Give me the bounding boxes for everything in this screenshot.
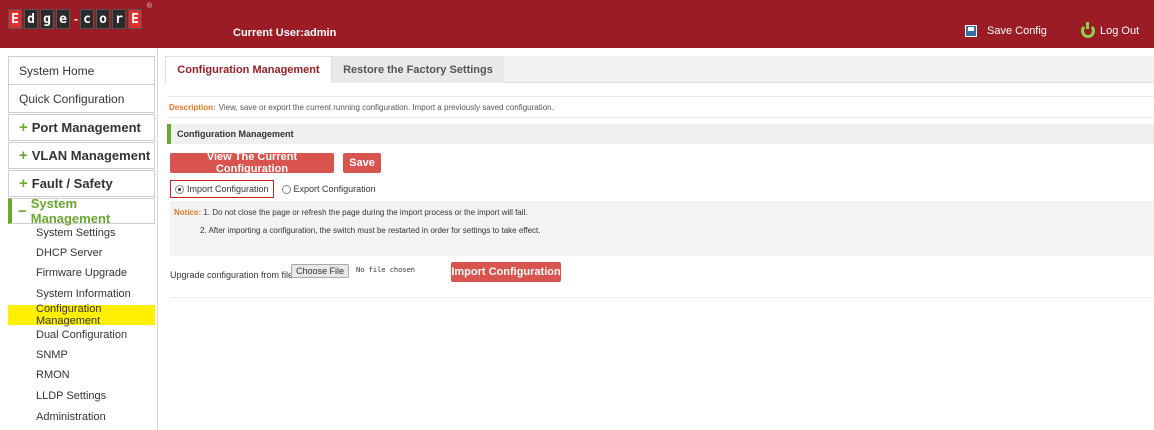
logo-letter: e: [56, 9, 70, 29]
plus-icon: +: [19, 175, 28, 192]
logo-letter: E: [128, 9, 142, 29]
upgrade-from-file-label: Upgrade configuration from file :: [170, 270, 299, 280]
notice-box: Notice: 1. Do not close the page or refr…: [170, 201, 1154, 256]
description-text: View, save or export the current running…: [218, 102, 554, 112]
sidebar: System Home Quick Configuration + Port M…: [0, 48, 158, 430]
sidebar-item-quick-configuration[interactable]: Quick Configuration: [8, 84, 155, 113]
section-title: Configuration Management: [167, 124, 1154, 144]
sidebar-item-snmp[interactable]: SNMP: [8, 345, 155, 365]
power-icon: [1081, 22, 1095, 38]
logo-letter: g: [40, 9, 54, 29]
import-configuration-button[interactable]: Import Configuration: [451, 262, 561, 282]
log-out-label: Log Out: [1100, 25, 1140, 37]
config-mode-radio-group: Import Configuration Export Configuratio…: [170, 180, 376, 198]
logo-letter: E: [8, 9, 22, 29]
sidebar-item-administration[interactable]: Administration: [8, 407, 155, 427]
sidebar-group-vlan-management[interactable]: + VLAN Management: [8, 142, 155, 169]
description-label: Description:: [169, 102, 216, 112]
logo-letter: o: [96, 9, 110, 29]
sidebar-group-system-management[interactable]: − System Management: [8, 196, 155, 226]
notice-label: Notice:: [174, 208, 202, 217]
save-button[interactable]: Save: [343, 153, 381, 173]
logo-dash: -: [74, 12, 78, 26]
sidebar-item-dual-configuration[interactable]: Dual Configuration: [8, 325, 155, 345]
no-file-chosen-text: No file chosen: [356, 266, 416, 274]
sidebar-item-rmon[interactable]: RMON: [8, 365, 155, 385]
radio-unselected-icon: [281, 184, 291, 194]
notice-text-1: 1. Do not close the page or refresh the …: [203, 208, 528, 217]
radio-selected-icon: [175, 184, 184, 194]
save-config-label: Save Config: [987, 25, 1047, 37]
sidebar-item-dhcp-server[interactable]: DHCP Server: [8, 243, 155, 263]
notice-text-2: 2. After importing a configuration, the …: [200, 226, 541, 235]
tab-configuration-management[interactable]: Configuration Management: [165, 56, 332, 83]
sidebar-item-system-settings[interactable]: System Settings: [8, 223, 155, 243]
plus-icon: +: [19, 119, 28, 136]
tab-restore-factory-settings[interactable]: Restore the Factory Settings: [332, 56, 504, 83]
floppy-disk-icon: [965, 25, 977, 37]
choose-file-button[interactable]: Choose File: [291, 264, 350, 278]
export-configuration-radio-label: Export Configuration: [293, 184, 376, 194]
import-configuration-radio-label: Import Configuration: [187, 184, 269, 194]
log-out-button[interactable]: Log Out: [1081, 22, 1140, 38]
minus-icon: −: [18, 202, 27, 220]
description-bar: Description: View, save or export the cu…: [167, 96, 1154, 118]
registered-mark-icon: ®: [146, 3, 152, 10]
plus-icon: +: [19, 147, 28, 164]
save-config-button[interactable]: Save Config: [965, 25, 1047, 37]
sidebar-group-fault-safety[interactable]: + Fault / Safety: [8, 170, 155, 197]
tab-bar: Configuration Management Restore the Fac…: [165, 56, 1154, 83]
sidebar-group-port-management[interactable]: + Port Management: [8, 114, 155, 141]
export-configuration-radio[interactable]: Export Configuration: [281, 184, 376, 194]
current-user-label: Current User:admin: [233, 27, 337, 39]
upgrade-from-file-row: Upgrade configuration from file : Choose…: [170, 262, 1154, 298]
sidebar-item-configuration-management[interactable]: Configuration Management: [8, 303, 155, 327]
notice-line-1: Notice: 1. Do not close the page or refr…: [174, 208, 528, 217]
view-current-configuration-button[interactable]: View The Current Configuration: [170, 151, 334, 175]
top-header: E d g e - c o r E ® Current User:admin S…: [0, 0, 1154, 48]
edgecore-logo: E d g e - c o r E ®: [8, 3, 152, 32]
sidebar-group-label: Fault / Safety: [31, 176, 113, 191]
logo-letter: c: [80, 9, 94, 29]
logo-letter: d: [24, 9, 38, 29]
sidebar-item-firmware-upgrade[interactable]: Firmware Upgrade: [8, 263, 155, 283]
import-configuration-radio[interactable]: Import Configuration: [170, 180, 274, 198]
sidebar-group-label: VLAN Management: [31, 148, 151, 163]
sidebar-group-label: System Management: [30, 196, 111, 226]
sidebar-item-system-information[interactable]: System Information: [8, 284, 155, 304]
sidebar-group-label: Port Management: [31, 120, 141, 135]
sidebar-item-lldp-settings[interactable]: LLDP Settings: [8, 386, 155, 406]
logo-letter: r: [112, 9, 126, 29]
sidebar-item-system-home[interactable]: System Home: [8, 56, 155, 86]
